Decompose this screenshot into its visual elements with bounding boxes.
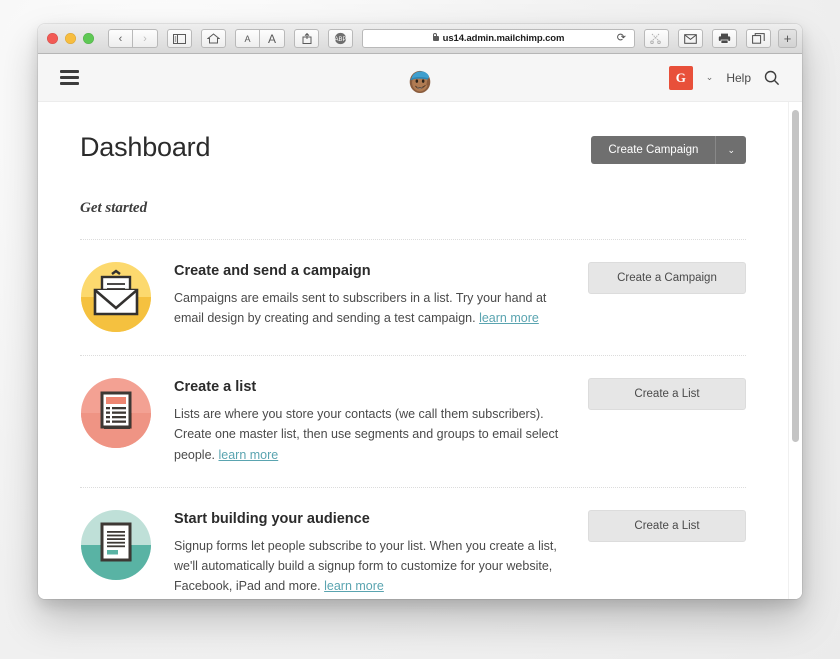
maximize-window-button[interactable]: [83, 33, 94, 44]
back-button[interactable]: ‹: [108, 29, 133, 48]
app-scroll-area: Dashboard Create Campaign ⌄ Get started: [38, 102, 802, 599]
close-window-button[interactable]: [47, 33, 58, 44]
search-icon[interactable]: [764, 70, 780, 86]
app-header: G ⌄ Help: [38, 54, 802, 102]
minimize-window-button[interactable]: [65, 33, 76, 44]
page-title: Dashboard: [80, 132, 211, 162]
card-description: Signup forms let people subscribe to you…: [174, 536, 574, 597]
card-action: Create a Campaign: [588, 261, 746, 294]
printer-icon: [718, 33, 731, 44]
increase-text-size-button[interactable]: A: [260, 29, 285, 48]
mailchimp-app: G ⌄ Help Dashboard Create Campaign ⌄ Get…: [38, 54, 802, 599]
card-description: Campaigns are emails sent to subscribers…: [174, 288, 574, 329]
vertical-scrollbar[interactable]: [788, 102, 802, 599]
browser-window: ‹ › A A ABP us14.admin.mailchimp.com ⟳ +…: [38, 24, 802, 599]
create-campaign-button[interactable]: Create Campaign: [591, 136, 717, 164]
card-title: Create a list: [174, 379, 257, 395]
envelope-icon: [80, 261, 152, 333]
mailchimp-freddie-logo[interactable]: [401, 59, 439, 97]
getting-started-card: Start building your audience Signup form…: [80, 488, 746, 599]
section-title-get-started: Get started: [80, 200, 148, 216]
reload-icon[interactable]: ⟳: [617, 33, 626, 44]
card-description: Lists are where you store your contacts …: [174, 404, 574, 465]
learn-more-link[interactable]: learn more: [479, 311, 539, 325]
url-text: us14.admin.mailchimp.com: [442, 33, 565, 44]
navigation-buttons: ‹ ›: [108, 29, 158, 48]
dashboard-content: Dashboard Create Campaign ⌄ Get started: [38, 102, 788, 599]
forward-button[interactable]: ›: [133, 29, 158, 48]
create-a-list-button[interactable]: Create a List: [588, 509, 746, 542]
page-header-row: Dashboard Create Campaign ⌄: [80, 132, 746, 164]
window-controls: [47, 33, 94, 44]
card-title: Create and send a campaign: [174, 263, 371, 279]
card-text-block: Start building your audience Signup form…: [174, 509, 574, 597]
share-button[interactable]: [294, 29, 319, 48]
cut-button[interactable]: [644, 29, 669, 48]
learn-more-link[interactable]: learn more: [324, 579, 384, 593]
card-action: Create a List: [588, 377, 746, 410]
adblock-icon: ABP: [334, 32, 347, 45]
mail-button[interactable]: [678, 29, 703, 48]
decrease-text-size-button[interactable]: A: [235, 29, 260, 48]
create-campaign-dropdown-chevron-icon[interactable]: ⌄: [716, 136, 746, 164]
svg-text:ABP: ABP: [334, 37, 346, 43]
account-avatar[interactable]: G: [668, 65, 693, 90]
create-a-list-button[interactable]: Create a List: [588, 378, 746, 410]
learn-more-link[interactable]: learn more: [219, 448, 279, 462]
address-bar[interactable]: us14.admin.mailchimp.com ⟳: [362, 29, 635, 48]
card-text-block: Create and send a campaign Campaigns are…: [174, 261, 574, 329]
create-a-campaign-button[interactable]: Create a Campaign: [588, 262, 746, 294]
chevron-down-icon[interactable]: ⌄: [706, 73, 714, 82]
create-campaign-split-button: Create Campaign ⌄: [591, 136, 746, 164]
home-button[interactable]: [201, 29, 226, 48]
new-tab-button[interactable]: +: [778, 29, 797, 48]
envelope-icon: [684, 33, 697, 44]
scissors-icon: [650, 33, 661, 44]
list-document-icon: [80, 377, 152, 449]
main-menu-icon[interactable]: [60, 70, 79, 85]
scrollbar-thumb[interactable]: [792, 110, 799, 442]
card-text-block: Create a list Lists are where you store …: [174, 377, 574, 465]
show-tabs-button[interactable]: [746, 29, 771, 48]
getting-started-card: Create a list Lists are where you store …: [80, 356, 746, 488]
adblock-button[interactable]: ABP: [328, 29, 353, 48]
browser-toolbar: ‹ › A A ABP us14.admin.mailchimp.com ⟳ +: [38, 24, 802, 54]
card-title: Start building your audience: [174, 510, 370, 527]
help-link[interactable]: Help: [726, 71, 751, 85]
tabs-icon: [752, 33, 765, 44]
sidebar-icon: [173, 33, 186, 44]
print-button[interactable]: [712, 29, 737, 48]
home-icon: [207, 33, 220, 44]
secure-lock-icon: [432, 32, 439, 41]
header-right-controls: G ⌄ Help: [668, 65, 780, 90]
text-size-buttons: A A: [235, 29, 285, 48]
getting-started-card: Create and send a campaign Campaigns are…: [80, 240, 746, 356]
signup-form-icon: [80, 509, 152, 581]
card-action: Create a List: [588, 509, 746, 542]
sidebar-toggle-icon[interactable]: [167, 29, 192, 48]
share-icon: [302, 33, 311, 44]
